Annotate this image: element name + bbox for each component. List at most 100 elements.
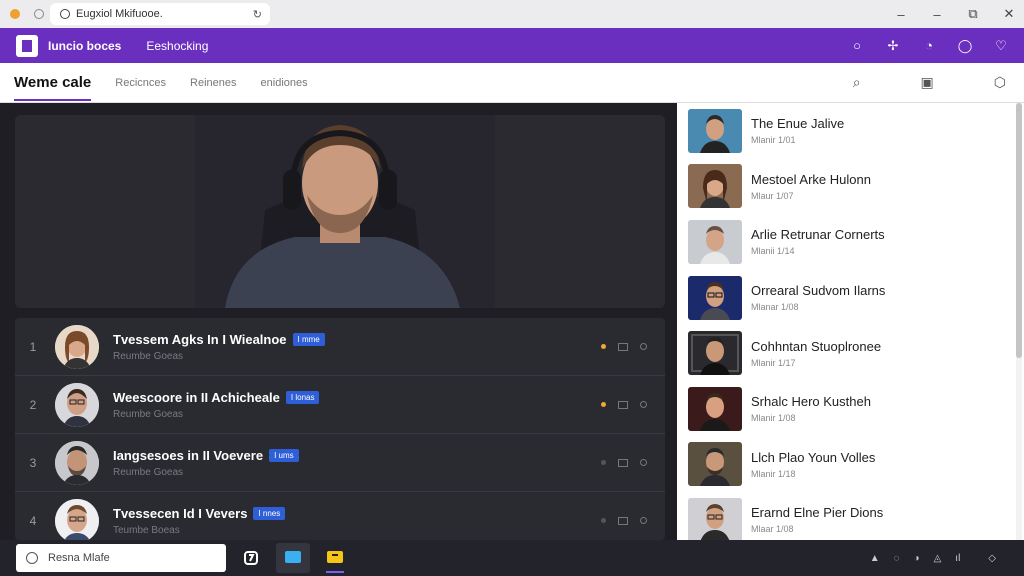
list-item[interactable]: 3 Iangsesoes in II Voevere I ums Reumbe G… (15, 434, 665, 492)
close-icon[interactable]: ✕ (1002, 6, 1016, 22)
search-icon[interactable]: ⌕ (853, 74, 861, 91)
subnav-icons: ⌕ ▣ ⬡ (853, 74, 1006, 91)
nav-link[interactable]: Eeshocking (146, 39, 208, 53)
app-icon (244, 551, 258, 565)
sidebar-item[interactable]: Erarnd Elne Pier Dions Mlaar 1/08 (677, 492, 1024, 540)
sidebar-item[interactable]: Orrearal Sudvom Ilarns Mlanar 1/08 (677, 270, 1024, 326)
channel-name: Mestoel Arke Hulonn (751, 171, 871, 187)
tab-recicnces[interactable]: Recicnces (115, 77, 166, 89)
channel-name: Cohhntan Stuoplronee (751, 338, 882, 354)
sidebar-item[interactable]: The Enue Jalive Mlanir 1/01 (677, 103, 1024, 159)
screen-icon[interactable] (618, 516, 628, 525)
item-title: Tvessem Agks In I Wiealnoe (113, 331, 287, 347)
address-bar[interactable]: Eugxiol Mkifuooe. ↻ (50, 3, 270, 25)
item-subtitle: Reumbe Goeas (113, 350, 184, 362)
reload-icon[interactable]: ↻ (253, 8, 262, 21)
rank-number: 3 (29, 455, 37, 470)
sidebar-item[interactable]: Llch Plao Youn Volles Mlanir 1/18 (677, 437, 1024, 493)
item-title: Weescoore in II Achicheale (113, 389, 280, 405)
brand-name[interactable]: Iuncio boces (48, 39, 121, 53)
rank-number: 2 (29, 397, 37, 412)
channel-meta: Mlanii 1/14 (751, 246, 795, 257)
item-subtitle: Reumbe Goeas (113, 408, 184, 420)
channel-thumbnail (688, 164, 742, 209)
bell-icon[interactable]: ◯ (958, 38, 973, 53)
taskbar-app-2[interactable] (276, 543, 310, 573)
channel-name: Erarnd Elne Pier Dions (751, 505, 884, 521)
tab-enidiones[interactable]: enidiones (261, 77, 308, 89)
list-item[interactable]: 4 Tvessecen Id I Vevers I nnes Teumbe Boe… (15, 492, 665, 540)
sparkle-icon[interactable]: ✢ (886, 38, 900, 53)
chat-icon[interactable]: ◔ (922, 38, 936, 53)
app-header: Iuncio boces Eeshocking ○ ✢ ◔ ◯ ♡ (0, 28, 1024, 63)
more-icon[interactable] (640, 343, 647, 350)
avatar (55, 324, 99, 369)
row-actions (601, 516, 647, 525)
scrollbar-thumb[interactable] (1016, 103, 1022, 358)
more-icon[interactable] (640, 401, 647, 408)
channel-thumbnail (688, 331, 742, 376)
streamer-image (15, 115, 665, 308)
channel-thumbnail (688, 497, 742, 540)
taskbar-search-text: Resna Mlafe (48, 552, 110, 564)
status-dot-icon (601, 402, 606, 407)
tab-active[interactable]: Weme cale (14, 63, 92, 103)
volume-icon[interactable]: ◬ (934, 553, 942, 564)
channel-meta: Mlaur 1/07 (751, 190, 794, 201)
more-icon[interactable] (640, 459, 647, 466)
share-icon[interactable]: ⧉ (966, 6, 980, 22)
tab-reinenes[interactable]: Reinenes (190, 77, 236, 89)
status-badge: I lonas (285, 390, 320, 404)
item-subtitle: Reumbe Goeas (113, 466, 184, 478)
sidebar-item[interactable]: Cohhntan Stuoplronee Mlanir 1/17 (677, 325, 1024, 381)
sidebar-item[interactable]: Mestoel Arke Hulonn Mlaur 1/07 (677, 159, 1024, 215)
settings-icon[interactable]: ⬡ (994, 74, 1006, 91)
channel-meta: Mlanir 1/17 (751, 357, 796, 368)
channel-name: Orrearal Sudvom Ilarns (751, 283, 886, 299)
window-icon[interactable]: ▣ (921, 74, 934, 91)
window-circle-icon[interactable] (34, 9, 44, 19)
minimize-icon[interactable]: – (894, 7, 908, 22)
address-text: Eugxiol Mkifuooe. (76, 8, 163, 20)
taskbar-search[interactable]: Resna Mlafe (16, 544, 226, 572)
item-title: Iangsesoes in II Voevere (113, 447, 264, 463)
screen-icon[interactable] (618, 400, 628, 409)
browser-bar: Eugxiol Mkifuooe. ↻ – – ⧉ ✕ (0, 0, 1024, 28)
avatar (55, 382, 99, 427)
screen-icon[interactable] (618, 458, 628, 467)
status-dot-icon (601, 344, 606, 349)
heart-icon[interactable]: ♡ (994, 38, 1008, 53)
status-badge: I mme (292, 332, 325, 346)
chevron-up-icon[interactable]: ▲ (870, 553, 880, 564)
restore-icon[interactable]: – (930, 7, 944, 22)
status-dot-icon (601, 460, 606, 465)
list-item[interactable]: 2 Weescoore in II Achicheale I lonas Reum… (15, 376, 665, 434)
row-actions (601, 458, 647, 467)
notification-icon[interactable]: ◇ (988, 553, 996, 564)
sub-navigation: Weme cale Recicnces Reinenes enidiones ⌕… (0, 63, 1024, 103)
chat-icon[interactable]: ◌ (894, 553, 900, 564)
avatar (55, 440, 99, 485)
row-actions (601, 400, 647, 409)
channel-thumbnail (688, 108, 742, 153)
channel-meta: Mlanir 1/01 (751, 135, 796, 146)
channel-thumbnail (688, 442, 742, 487)
logo-icon[interactable] (16, 34, 38, 57)
sidebar-item[interactable]: Arlie Retrunar Cornerts Mlanii 1/14 (677, 214, 1024, 270)
globe-icon[interactable]: ◑ (914, 553, 920, 564)
channel-name: The Enue Jalive (751, 116, 845, 132)
screen-icon[interactable] (618, 342, 628, 351)
list-item[interactable]: 1 Tvessem Agks In I Wiealnoe I mme Reumbe… (15, 318, 665, 376)
status-badge: I nnes (253, 506, 286, 520)
taskbar-app-3[interactable] (318, 543, 352, 573)
video-player[interactable] (15, 115, 665, 308)
window-dot-icon[interactable] (10, 9, 20, 19)
system-tray: ▲ ◌ ◑ ◬ ıl ◇ (870, 553, 996, 564)
monitor-icon (285, 551, 301, 563)
channel-thumbnail (688, 275, 742, 320)
circle-icon[interactable]: ○ (850, 38, 864, 53)
taskbar-app-1[interactable] (234, 543, 268, 573)
sidebar-item[interactable]: Srhalc Hero Kustheh Mlanir 1/08 (677, 381, 1024, 437)
more-icon[interactable] (640, 517, 647, 524)
wifi-icon[interactable]: ıl (955, 553, 960, 564)
